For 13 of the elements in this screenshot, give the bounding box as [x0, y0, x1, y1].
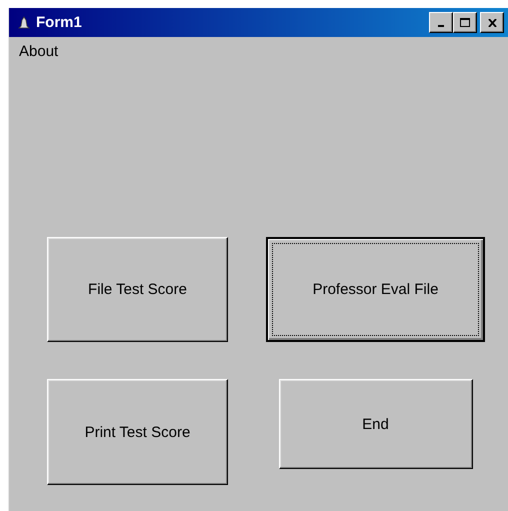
command-button[interactable]: End — [278, 379, 472, 469]
maximize-icon — [460, 18, 470, 27]
close-icon — [488, 18, 496, 26]
minimize-button[interactable] — [429, 12, 453, 33]
minimize-icon — [438, 24, 444, 26]
command-button[interactable]: Professor Eval File — [266, 237, 485, 342]
bell-icon — [17, 16, 31, 30]
close-button[interactable] — [480, 12, 504, 33]
command-button[interactable]: File Test Score — [47, 237, 228, 342]
command-button[interactable]: Print Test Score — [47, 379, 228, 485]
menu-item[interactable]: About — [19, 42, 58, 60]
window-title: Form1 — [36, 14, 83, 31]
maximize-button[interactable] — [453, 12, 477, 33]
